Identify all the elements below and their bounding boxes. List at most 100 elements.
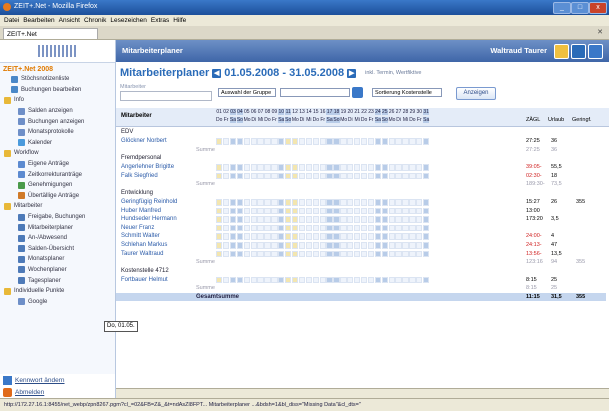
day-cell[interactable] [402,199,409,206]
day-cell[interactable] [340,172,347,180]
day-cell[interactable] [374,242,382,249]
table-row[interactable]: Geringfügig Reinhold 15:27 26 355 [116,198,606,206]
day-cell[interactable] [222,233,230,240]
table-row[interactable]: Huber Manfred 13:00 [116,207,606,215]
day-cell[interactable] [388,164,395,171]
day-cell[interactable] [285,250,292,258]
day-cell[interactable] [257,216,264,223]
day-cell[interactable] [250,250,257,258]
day-cell[interactable] [229,164,237,171]
day-cell[interactable] [381,207,388,215]
day-cell[interactable] [402,172,409,180]
day-cell[interactable] [257,233,264,240]
day-cell[interactable] [271,216,278,223]
day-cell[interactable] [298,207,306,215]
day-cell[interactable] [236,138,244,145]
menu-item-1[interactable]: Bearbeiten [23,15,54,26]
day-cell[interactable] [367,172,375,180]
sidebar-item[interactable]: An-/Abwesend [0,233,115,244]
day-cell[interactable] [229,172,237,180]
day-cell[interactable] [229,138,237,145]
day-cell[interactable] [298,276,306,284]
sidebar-item[interactable]: Buchungen bearbeiten [0,85,115,96]
table-row[interactable]: Angerlehner Brigitte 39:05- 55,5 [116,163,606,171]
day-cell[interactable] [367,250,375,258]
menu-item-2[interactable]: Ansicht [59,15,80,26]
day-cell[interactable] [243,250,250,258]
day-cell[interactable] [229,276,237,284]
day-cell[interactable] [250,233,257,240]
next-month-button[interactable]: ▶ [347,68,357,78]
day-cell[interactable] [381,172,388,180]
table-row[interactable]: Glöckner Norbert 27:25 36 [116,137,606,145]
day-cell[interactable] [216,242,223,249]
day-cell[interactable] [319,242,326,249]
sidebar-item[interactable]: Mitarbeiter [0,201,115,212]
day-cell[interactable] [416,138,423,145]
sidebar-item[interactable]: Kalender [0,138,115,149]
day-cell[interactable] [326,276,333,284]
day-cell[interactable] [298,216,306,223]
day-cell[interactable] [285,233,292,240]
day-cell[interactable] [423,216,430,223]
day-cell[interactable] [381,138,388,145]
table-row[interactable]: Taurer Waltraud 13:56- 13,5 [116,250,606,258]
day-cell[interactable] [291,242,299,249]
day-cell[interactable] [381,164,388,171]
day-cell[interactable] [333,207,340,215]
day-cell[interactable] [367,224,375,232]
sidebar-item[interactable]: Mitarbeiterplaner [0,222,115,233]
day-cell[interactable] [271,164,278,171]
sidebar-item[interactable]: Tagesplaner [0,275,115,286]
day-cell[interactable] [229,224,237,232]
day-cell[interactable] [229,250,237,258]
day-cell[interactable] [271,276,278,284]
day-cell[interactable] [216,172,223,180]
day-cell[interactable] [278,138,285,145]
day-cell[interactable] [402,276,409,284]
day-cell[interactable] [243,138,250,145]
day-cell[interactable] [285,164,292,171]
day-cell[interactable] [354,233,361,240]
sidebar-item[interactable]: Wochenplaner [0,265,115,276]
sidebar-item[interactable]: Individuelle Punkte [0,286,115,297]
group-select[interactable]: Auswahl der Gruppe [218,88,276,97]
day-cell[interactable] [264,138,271,145]
day-cell[interactable] [291,224,299,232]
day-cell[interactable] [264,164,271,171]
day-cell[interactable] [271,242,278,249]
day-cell[interactable] [298,224,306,232]
day-cell[interactable] [423,172,430,180]
menu-item-0[interactable]: Datei [4,15,19,26]
day-cell[interactable] [236,242,244,249]
day-cell[interactable] [395,138,402,145]
day-cell[interactable] [216,207,223,215]
sidebar-item[interactable]: Google [0,296,115,307]
day-cell[interactable] [264,233,271,240]
help-icon[interactable] [588,44,603,59]
day-cell[interactable] [374,199,382,206]
day-cell[interactable] [229,216,237,223]
day-cell[interactable] [305,276,313,284]
day-cell[interactable] [333,242,340,249]
day-cell[interactable] [395,233,402,240]
day-cell[interactable] [222,242,230,249]
day-cell[interactable] [271,224,278,232]
day-cell[interactable] [367,276,375,284]
day-cell[interactable] [243,224,250,232]
day-cell[interactable] [285,207,292,215]
day-cell[interactable] [298,172,306,180]
table-row[interactable]: Schmitt Walter 24:00- 4 [116,232,606,240]
day-cell[interactable] [388,216,395,223]
day-cell[interactable] [374,207,382,215]
day-cell[interactable] [423,138,430,145]
day-cell[interactable] [291,276,299,284]
day-cell[interactable] [416,172,423,180]
day-cell[interactable] [374,172,382,180]
day-cell[interactable] [409,207,416,215]
day-cell[interactable] [326,233,333,240]
day-cell[interactable] [319,138,326,145]
day-cell[interactable] [326,164,333,171]
day-cell[interactable] [236,216,244,223]
day-cell[interactable] [312,216,319,223]
